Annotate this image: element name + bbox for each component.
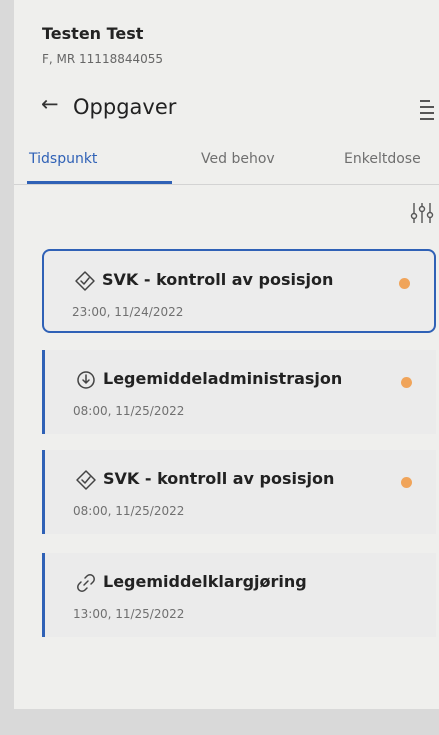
menu-line xyxy=(420,112,434,114)
patient-id: F, MR 11118844055 xyxy=(42,52,164,66)
list-menu-icon[interactable] xyxy=(420,99,434,121)
menu-line xyxy=(420,118,434,120)
task-card[interactable]: SVK - kontroll av posisjon 08:00, 11/25/… xyxy=(42,450,436,534)
task-card[interactable]: SVK - kontroll av posisjon 23:00, 11/24/… xyxy=(42,249,436,333)
status-indicator xyxy=(401,477,412,488)
filter-sliders-icon[interactable] xyxy=(410,201,438,225)
checkmark-badge-icon xyxy=(76,470,96,490)
download-circle-icon xyxy=(77,371,95,389)
task-title: SVK - kontroll av posisjon xyxy=(102,270,334,289)
task-card[interactable]: Legemiddelklargjøring 13:00, 11/25/2022 xyxy=(42,553,436,637)
task-title: Legemiddeladministrasjon xyxy=(103,369,343,388)
menu-line xyxy=(420,100,430,102)
status-indicator xyxy=(399,278,410,289)
checkmark-badge-icon xyxy=(75,271,95,291)
page-title: Oppgaver xyxy=(73,95,177,119)
patient-name: Testen Test xyxy=(42,24,144,43)
task-time: 23:00, 11/24/2022 xyxy=(72,305,184,319)
tab-ved-behov[interactable]: Ved behov xyxy=(201,151,275,167)
back-arrow-icon[interactable]: ← xyxy=(41,94,59,115)
task-card[interactable]: Legemiddeladministrasjon 08:00, 11/25/20… xyxy=(42,350,436,434)
task-time: 08:00, 11/25/2022 xyxy=(73,504,185,518)
task-time: 13:00, 11/25/2022 xyxy=(73,607,185,621)
task-title: SVK - kontroll av posisjon xyxy=(103,469,335,488)
status-indicator xyxy=(401,377,412,388)
tab-tidspunkt[interactable]: Tidspunkt xyxy=(29,151,97,167)
task-title: Legemiddelklargjøring xyxy=(103,572,307,591)
app-screen: Testen Test F, MR 11118844055 ← Oppgaver… xyxy=(14,0,439,709)
tabs-divider xyxy=(14,184,439,185)
task-time: 08:00, 11/25/2022 xyxy=(73,404,185,418)
link-icon xyxy=(77,574,95,592)
tab-enkeltdose[interactable]: Enkeltdose xyxy=(344,151,421,167)
menu-line xyxy=(420,106,434,108)
